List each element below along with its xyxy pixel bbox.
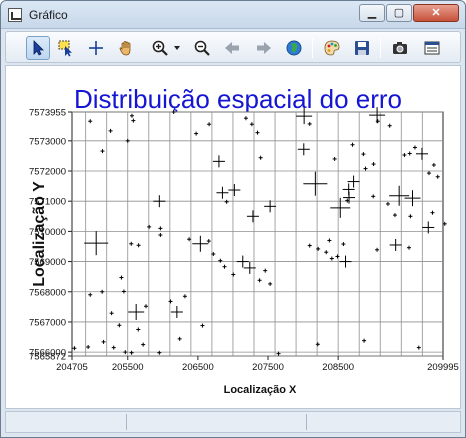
globe-button[interactable] bbox=[282, 36, 306, 60]
select-region-button[interactable] bbox=[54, 36, 78, 60]
save-button[interactable] bbox=[350, 36, 374, 60]
save-disk-icon bbox=[355, 41, 369, 55]
status-divider bbox=[306, 414, 307, 430]
x-tick-label: 209995 bbox=[427, 362, 459, 373]
app-window: Gráfico ▁ ▢ ✕ Distribuição espacial do e… bbox=[0, 0, 466, 438]
zoom-out-icon bbox=[194, 40, 210, 56]
palette-icon bbox=[324, 40, 340, 56]
status-divider bbox=[126, 414, 127, 430]
pan-hand-icon bbox=[119, 41, 131, 56]
crosshair-icon bbox=[89, 41, 103, 55]
back-button[interactable] bbox=[220, 36, 244, 60]
properties-icon bbox=[424, 41, 440, 55]
x-tick-label: 205500 bbox=[112, 362, 144, 373]
y-tick-label: 7573000 bbox=[29, 136, 66, 147]
forward-arrow-icon bbox=[257, 42, 271, 54]
zoom-dropdown-button[interactable] bbox=[170, 36, 184, 60]
maximize-button[interactable]: ▢ bbox=[386, 4, 412, 22]
x-tick-label: 204705 bbox=[56, 362, 88, 373]
scatter-chart[interactable]: Distribuição espacial do erro 204705 2055… bbox=[6, 66, 462, 410]
close-button[interactable]: ✕ bbox=[413, 4, 459, 22]
camera-button[interactable] bbox=[388, 36, 412, 60]
forward-button[interactable] bbox=[252, 36, 276, 60]
camera-icon bbox=[393, 42, 407, 54]
zoom-out-button[interactable] bbox=[190, 36, 214, 60]
properties-button[interactable] bbox=[420, 36, 444, 60]
y-tick-label: 7573955 bbox=[29, 108, 66, 119]
palette-button[interactable] bbox=[320, 36, 344, 60]
back-arrow-icon bbox=[225, 42, 239, 54]
select-arrow-button[interactable] bbox=[26, 36, 50, 60]
y-tick-label: 7572000 bbox=[29, 167, 66, 178]
x-tick-label: 208500 bbox=[322, 362, 354, 373]
chart-area[interactable]: Distribuição espacial do erro 204705 2055… bbox=[5, 65, 461, 409]
minimize-button[interactable]: ▁ bbox=[359, 4, 385, 22]
window-title: Gráfico bbox=[29, 8, 68, 22]
x-tick-label: 206500 bbox=[182, 362, 214, 373]
chevron-down-icon bbox=[174, 46, 180, 50]
zoom-in-button[interactable] bbox=[148, 36, 172, 60]
chart-title: Distribuição espacial do erro bbox=[74, 84, 402, 114]
x-axis-label: Localização X bbox=[224, 384, 297, 396]
title-bar[interactable]: Gráfico ▁ ▢ ✕ bbox=[1, 1, 465, 29]
toolbar-separator bbox=[380, 38, 381, 58]
toolbar-separator bbox=[312, 38, 313, 58]
pan-hand-button[interactable] bbox=[114, 36, 138, 60]
x-tick-label: 207500 bbox=[252, 362, 284, 373]
zoom-in-icon bbox=[152, 40, 168, 56]
select-arrow-icon bbox=[33, 40, 44, 56]
crosshair-button[interactable] bbox=[84, 36, 108, 60]
y-tick-label: 7568000 bbox=[29, 287, 66, 298]
toolbar bbox=[5, 31, 461, 63]
status-bar bbox=[5, 411, 461, 433]
y-tick-label: 7566000 bbox=[29, 348, 66, 359]
y-tick-label: 7567000 bbox=[29, 317, 66, 328]
select-region-icon bbox=[58, 40, 72, 57]
globe-icon bbox=[286, 40, 302, 56]
chart-app-icon bbox=[8, 8, 22, 22]
y-axis-label: Localização Y bbox=[31, 181, 48, 287]
